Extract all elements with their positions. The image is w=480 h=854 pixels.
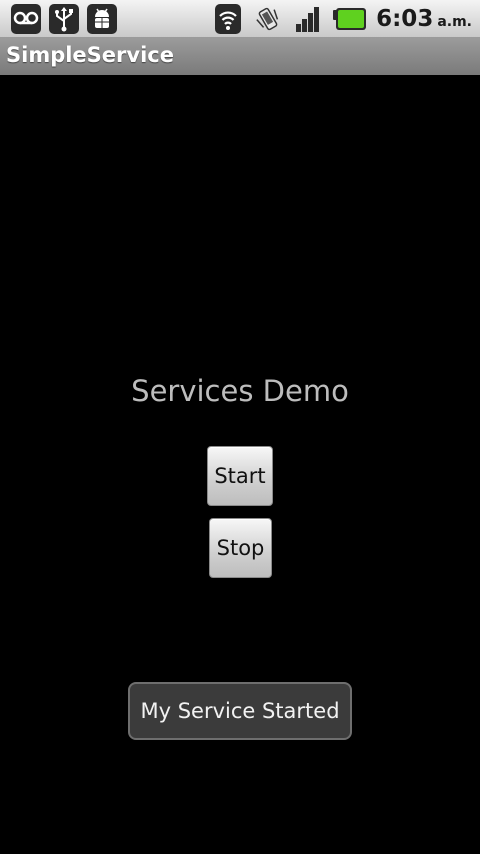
app-title: SimpleService (6, 43, 174, 67)
status-bar-notifications (10, 3, 118, 35)
signal-icon (292, 3, 324, 35)
toast-message: My Service Started (140, 699, 340, 723)
status-bar: 6:03 a.m. (0, 0, 480, 38)
voicemail-icon (10, 3, 42, 35)
clock: 6:03 a.m. (376, 6, 472, 32)
start-button-label: Start (214, 464, 266, 488)
start-button[interactable]: Start (207, 446, 273, 506)
status-bar-system: 6:03 a.m. (212, 3, 472, 35)
battery-icon (332, 3, 368, 35)
services-heading: Services Demo (131, 374, 349, 408)
stop-button-label: Stop (216, 536, 265, 560)
stop-button[interactable]: Stop (209, 518, 272, 578)
clock-time: 6:03 (376, 6, 434, 32)
app-title-bar: SimpleService (0, 38, 480, 75)
usb-icon (48, 3, 80, 35)
android-debug-icon (86, 3, 118, 35)
clock-ampm: a.m. (437, 14, 472, 30)
toast-notification: My Service Started (128, 682, 352, 740)
vibrate-icon (252, 3, 284, 35)
wifi-icon (212, 3, 244, 35)
